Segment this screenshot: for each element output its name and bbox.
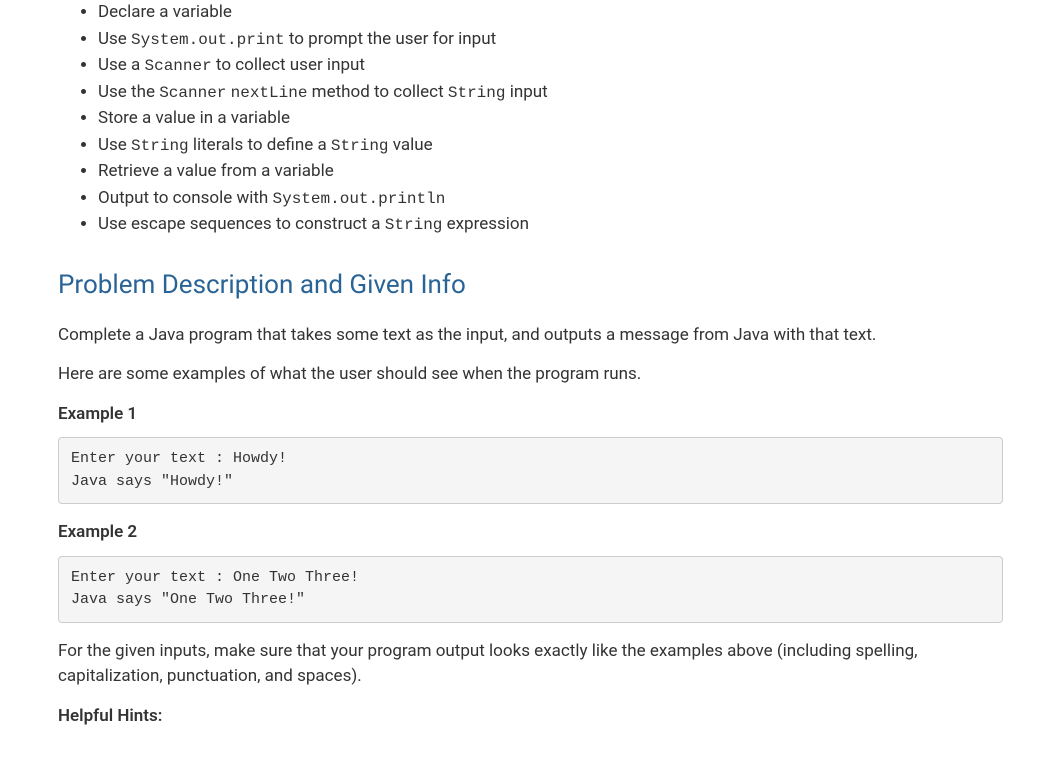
list-item: Use System.out.print to prompt the user … [98,27,1003,53]
paragraph: Here are some examples of what the user … [58,362,1003,388]
bullet-text: Declare a variable [98,2,232,22]
inline-code: String [331,137,389,155]
paragraph: Complete a Java program that takes some … [58,323,1003,349]
code-block: Enter your text : Howdy! Java says "Howd… [58,437,1003,504]
bullet-text: literals to define a [189,135,331,155]
bullet-text: to prompt the user for input [285,29,496,49]
example-label: Example 2 [58,520,1003,546]
example-label: Example 1 [58,402,1003,428]
list-item: Use a Scanner to collect user input [98,53,1003,79]
bullet-text: expression [442,214,529,234]
inline-code: System.out.println [273,190,446,208]
bullet-text: Use a [98,55,145,75]
list-item: Output to console with System.out.printl… [98,186,1003,212]
inline-code: nextLine [231,84,308,102]
bullet-list: Declare a variable Use System.out.print … [58,0,1003,238]
inline-code: String [131,137,189,155]
bullet-text: Use escape sequences to construct a [98,214,385,234]
list-item: Store a value in a variable [98,106,1003,132]
bullet-text: Retrieve a value from a variable [98,161,334,181]
hints-label: Helpful Hints: [58,704,1003,730]
paragraph: For the given inputs, make sure that you… [58,639,1003,690]
inline-code: Scanner [145,57,212,75]
bullet-text: method to collect [307,82,447,102]
bullet-text: Use [98,29,131,49]
inline-code: Scanner [159,84,226,102]
list-item: Use escape sequences to construct a Stri… [98,212,1003,238]
bullet-text: Use the [98,82,159,102]
bullet-text: Use [98,135,131,155]
bullet-text: Output to console with [98,188,273,208]
bullet-text: input [505,82,547,102]
list-item: Use the Scanner nextLine method to colle… [98,80,1003,106]
section-heading: Problem Description and Given Info [58,266,1003,305]
inline-code: String [385,216,443,234]
inline-code: System.out.print [131,31,285,49]
bullet-text: value [389,135,433,155]
list-item: Retrieve a value from a variable [98,159,1003,185]
list-item: Declare a variable [98,0,1003,26]
code-block: Enter your text : One Two Three! Java sa… [58,556,1003,623]
bullet-text: Store a value in a variable [98,108,290,128]
inline-code: String [448,84,506,102]
bullet-text: to collect user input [212,55,365,75]
list-item: Use String literals to define a String v… [98,133,1003,159]
